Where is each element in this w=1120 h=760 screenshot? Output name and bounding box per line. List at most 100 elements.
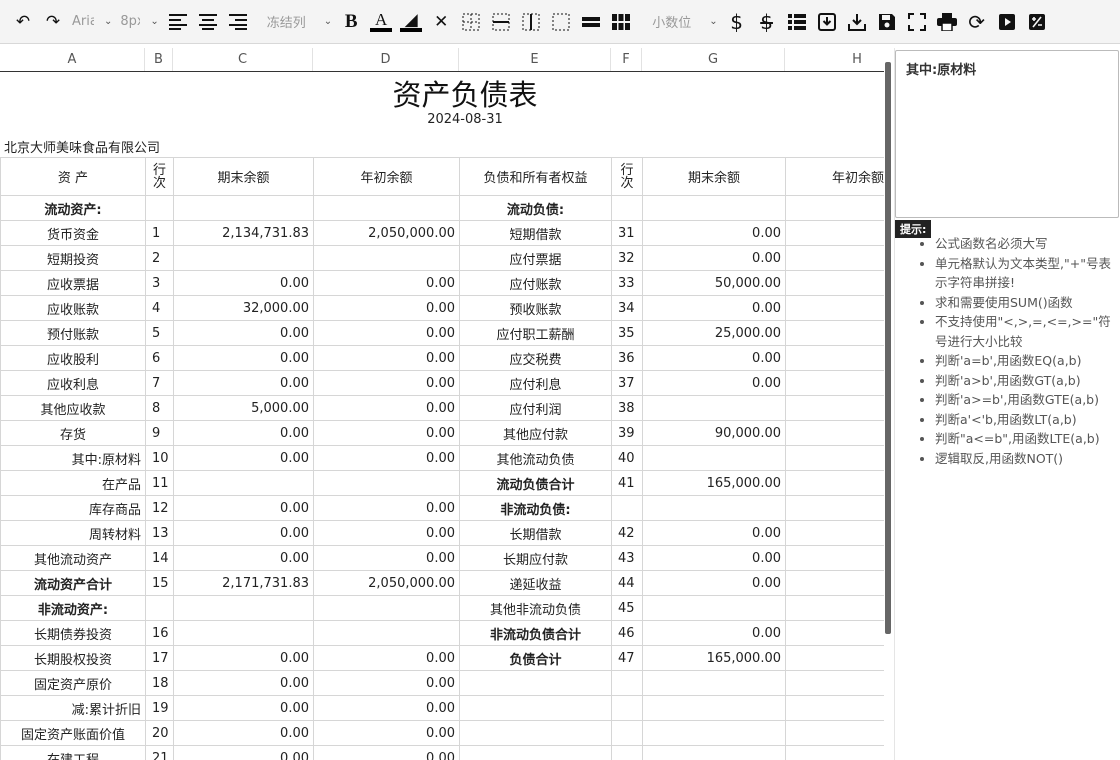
decimal-places-select[interactable]: 小数位 ⌄ [636,7,721,37]
table-cell[interactable]: 0.00 [173,420,314,446]
table-cell[interactable] [459,695,612,721]
table-cell[interactable]: 37 [611,370,643,396]
spreadsheet[interactable]: A B C D E F G H 资产负债表 2024-08-31 北京大师美味食… [0,44,884,760]
table-cell[interactable]: 递延收益 [459,570,612,596]
table-cell[interactable]: 15 [145,570,174,596]
vertical-scrollbar[interactable] [885,62,891,634]
table-cell[interactable]: 流动负债合计 [459,470,612,496]
table-cell[interactable]: 0.00 [313,395,460,421]
table-cell[interactable]: 12 [145,495,174,521]
table-cell[interactable]: 0.00 [313,695,460,721]
table-cell[interactable]: 2,134,731.83 [173,220,314,246]
table-cell[interactable]: 0.00 [642,295,786,321]
table-cell[interactable] [785,245,884,271]
table-cell[interactable]: 长期借款 [459,520,612,546]
table-cell[interactable]: 20 [145,720,174,746]
table-cell[interactable]: 长期股权投资 [0,645,146,671]
table-cell[interactable] [459,720,612,746]
font-family-select[interactable]: Arial ⌄ [68,7,116,37]
table-cell[interactable] [145,195,174,221]
table-cell[interactable]: 0.00 [173,695,314,721]
table-cell[interactable]: 90,000.00 [642,420,786,446]
preview-icon[interactable] [992,7,1022,37]
table-cell[interactable] [611,670,643,696]
border-horizontal-icon[interactable] [486,7,516,37]
table-cell[interactable]: 预收账款 [459,295,612,321]
table-cell[interactable]: 0.00 [642,620,786,646]
table-cell[interactable]: 其他非流动负债 [459,595,612,621]
table-cell[interactable]: 0.00 [313,745,460,760]
column-header[interactable]: G [642,48,785,71]
table-cell[interactable] [785,420,884,446]
fill-color-button[interactable]: ◢ [396,7,426,37]
table-cell[interactable]: 0.00 [642,370,786,396]
table-cell[interactable]: 165,000.00 [642,470,786,496]
table-cell[interactable]: 0.00 [313,495,460,521]
table-cell[interactable]: 预付账款 [0,320,146,346]
border-vertical-icon[interactable] [516,7,546,37]
table-cell[interactable] [785,445,884,471]
table-cell[interactable]: 32,000.00 [173,295,314,321]
table-cell[interactable] [459,745,612,760]
table-cell[interactable] [642,720,786,746]
table-cell[interactable] [642,495,786,521]
table-cell[interactable]: 14 [145,545,174,571]
table-cell[interactable]: 165,000.00 [642,645,786,671]
table-cell[interactable] [785,295,884,321]
table-cell[interactable]: 库存商品 [0,495,146,521]
table-cell[interactable]: 0.00 [173,670,314,696]
table-cell[interactable] [313,245,460,271]
table-cell[interactable] [173,195,314,221]
header-cell[interactable]: 年初余额 [313,157,460,196]
bold-button[interactable]: B [336,7,366,37]
table-cell[interactable]: 10 [145,445,174,471]
table-cell[interactable]: 流动负债: [459,195,612,221]
header-cell[interactable]: 行次 [145,157,174,196]
table-cell[interactable]: 3 [145,270,174,296]
table-cell[interactable]: 0.00 [313,670,460,696]
table-cell[interactable]: 0.00 [173,345,314,371]
table-cell[interactable]: 0.00 [313,270,460,296]
table-cell[interactable]: 6 [145,345,174,371]
table-cell[interactable]: 长期债券投资 [0,620,146,646]
table-cell[interactable]: 8 [145,395,174,421]
grid-icon[interactable] [606,7,636,37]
table-cell[interactable]: 其他应收款 [0,395,146,421]
table-cell[interactable]: 25,000.00 [642,320,786,346]
font-size-select[interactable]: 8px ⌄ [116,7,162,37]
table-cell[interactable]: 0.00 [313,320,460,346]
table-cell[interactable]: 流动资产: [0,195,146,221]
table-cell[interactable] [642,445,786,471]
table-cell[interactable]: 0.00 [173,320,314,346]
download-icon[interactable] [842,7,872,37]
table-cell[interactable]: 50 [785,645,884,671]
table-cell[interactable]: 其他应付款 [459,420,612,446]
table-cell[interactable]: 11 [145,470,174,496]
table-cell[interactable] [313,195,460,221]
font-color-button[interactable]: A [366,7,396,37]
table-cell[interactable]: 应收账款 [0,295,146,321]
table-cell[interactable]: 短期投资 [0,245,146,271]
table-cell[interactable] [459,670,612,696]
fullscreen-icon[interactable] [902,7,932,37]
table-cell[interactable]: 应交税费 [459,345,612,371]
table-cell[interactable]: 2,050,000.00 [313,220,460,246]
table-cell[interactable]: 其中:原材料 [0,445,146,471]
refresh-icon[interactable]: ⟳ [962,7,992,37]
table-cell[interactable] [313,470,460,496]
table-cell[interactable] [173,595,314,621]
company-name[interactable]: 北京大师美味食品有限公司 [4,137,160,156]
table-cell[interactable] [785,220,884,246]
table-cell[interactable] [642,595,786,621]
column-header[interactable]: H [785,48,884,71]
align-right-icon[interactable] [223,7,253,37]
freeze-columns-select[interactable]: 冻结列 ⌄ [253,7,336,37]
table-cell[interactable]: 周转材料 [0,520,146,546]
table-cell[interactable]: 非流动负债: [459,495,612,521]
column-header[interactable]: C [173,48,313,71]
table-cell[interactable]: 2,050,000.00 [313,570,460,596]
table-cell[interactable]: 18 [145,670,174,696]
table-cell[interactable] [145,595,174,621]
table-cell[interactable]: 货币资金 [0,220,146,246]
table-cell[interactable]: 0.00 [642,520,786,546]
